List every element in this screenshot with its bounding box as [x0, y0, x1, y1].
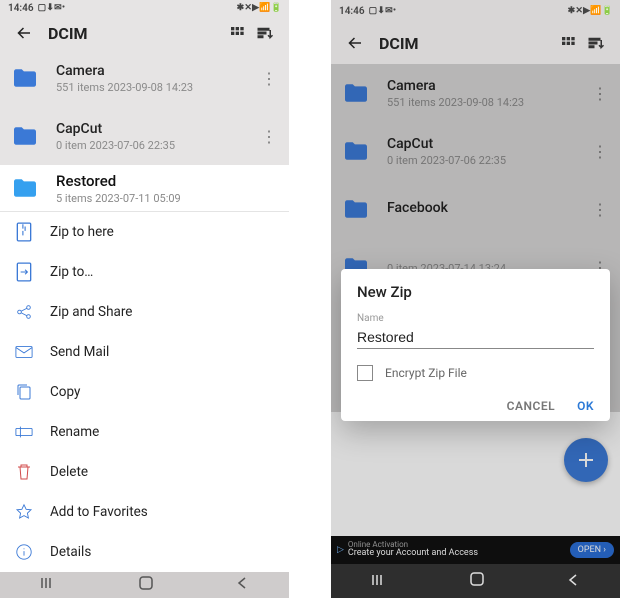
mail-icon — [14, 342, 34, 362]
menu-copy[interactable]: Copy — [0, 372, 289, 412]
recent-apps-icon[interactable] — [371, 572, 389, 591]
android-nav-bar — [331, 564, 620, 598]
menu-label: Add to Favorites — [50, 504, 148, 520]
context-header: Restored 5 items 2023-07-11 05:09 — [0, 165, 289, 211]
android-nav-bar — [0, 572, 289, 598]
home-icon[interactable] — [138, 575, 154, 595]
app-bar-title: DCIM — [379, 34, 554, 53]
zip-to-icon — [14, 262, 34, 282]
encrypt-label: Encrypt Zip File — [385, 366, 467, 380]
zip-name-input[interactable] — [357, 326, 594, 349]
back-nav-icon[interactable] — [235, 575, 249, 594]
status-bar: 14:46 ▢ ⬇ ✉ • ✱ ✕ ▶ 📶 🔋 — [0, 0, 289, 17]
menu-label: Zip to… — [50, 264, 93, 280]
selected-folder-sub: 5 items 2023-07-11 05:09 — [56, 192, 279, 205]
folder-icon — [10, 176, 40, 200]
star-icon — [14, 502, 34, 522]
menu-send-mail[interactable]: Send Mail — [0, 332, 289, 372]
folder-icon — [10, 124, 40, 148]
menu-delete[interactable]: Delete — [0, 452, 289, 492]
folder-sub: 0 item 2023-07-06 22:35 — [56, 139, 259, 152]
status-right-icons: ✱ ✕ ▶ 📶 🔋 — [237, 3, 281, 13]
recent-apps-icon[interactable] — [40, 575, 58, 594]
app-bar-title: DCIM — [48, 24, 223, 43]
menu-details[interactable]: Details — [0, 532, 289, 572]
sort-icon[interactable] — [251, 19, 279, 47]
folder-icon — [10, 66, 40, 90]
status-left-icons: ▢ ⬇ ✉ • — [38, 3, 65, 13]
menu-zip-here[interactable]: Zip to here — [0, 212, 289, 252]
app-bar: DCIM — [331, 22, 620, 64]
more-icon: ⋮ — [259, 69, 279, 88]
ok-button[interactable]: OK — [577, 399, 594, 413]
checkbox-icon[interactable] — [357, 365, 373, 381]
status-bar: 14:46 ▢ ⬇ ✉ • ✱ ✕ ▶ 📶 🔋 — [331, 0, 620, 22]
dialog-name-label: Name — [357, 313, 594, 324]
back-icon[interactable] — [341, 29, 369, 57]
share-icon — [14, 302, 34, 322]
menu-rename[interactable]: Rename — [0, 412, 289, 452]
info-icon — [14, 542, 34, 562]
more-icon: ⋮ — [259, 127, 279, 146]
zip-icon — [14, 222, 34, 242]
status-time: 14:46 — [8, 3, 34, 14]
menu-label: Copy — [50, 384, 80, 400]
encrypt-checkbox-row[interactable]: Encrypt Zip File — [357, 365, 594, 381]
new-zip-dialog: New Zip Name Encrypt Zip File CANCEL OK — [341, 269, 610, 421]
back-icon[interactable] — [10, 19, 38, 47]
app-bar: DCIM — [0, 17, 289, 49]
status-left-icons: ▢ ⬇ ✉ • — [369, 6, 396, 16]
view-grid-icon[interactable] — [223, 19, 251, 47]
menu-favorite[interactable]: Add to Favorites — [0, 492, 289, 532]
dialog-title: New Zip — [357, 283, 594, 301]
status-right-icons: ✱ ✕ ▶ 📶 🔋 — [568, 6, 612, 16]
copy-icon — [14, 382, 34, 402]
home-icon[interactable] — [469, 571, 485, 591]
folder-sub: 551 items 2023-09-08 14:23 — [56, 81, 259, 94]
trash-icon — [14, 462, 34, 482]
selected-folder-name: Restored — [56, 172, 279, 190]
cancel-button[interactable]: CANCEL — [507, 399, 555, 413]
menu-label: Send Mail — [50, 344, 109, 360]
folder-row: Camera 551 items 2023-09-08 14:23 ⋮ — [0, 49, 289, 107]
back-nav-icon[interactable] — [566, 572, 580, 591]
menu-label: Delete — [50, 464, 88, 480]
menu-label: Zip to here — [50, 224, 114, 240]
view-grid-icon[interactable] — [554, 29, 582, 57]
sort-icon[interactable] — [582, 29, 610, 57]
folder-name: Camera — [56, 63, 259, 79]
folder-row: CapCut 0 item 2023-07-06 22:35 ⋮ — [0, 107, 289, 165]
menu-zip-share[interactable]: Zip and Share — [0, 292, 289, 332]
status-time: 14:46 — [339, 6, 365, 17]
context-menu: Zip to here Zip to… Zip and Share Send M… — [0, 212, 289, 572]
rename-icon — [14, 422, 34, 442]
folder-name: CapCut — [56, 121, 259, 137]
menu-label: Rename — [50, 424, 99, 440]
menu-zip-to[interactable]: Zip to… — [0, 252, 289, 292]
menu-label: Details — [50, 544, 91, 560]
menu-label: Zip and Share — [50, 304, 132, 320]
